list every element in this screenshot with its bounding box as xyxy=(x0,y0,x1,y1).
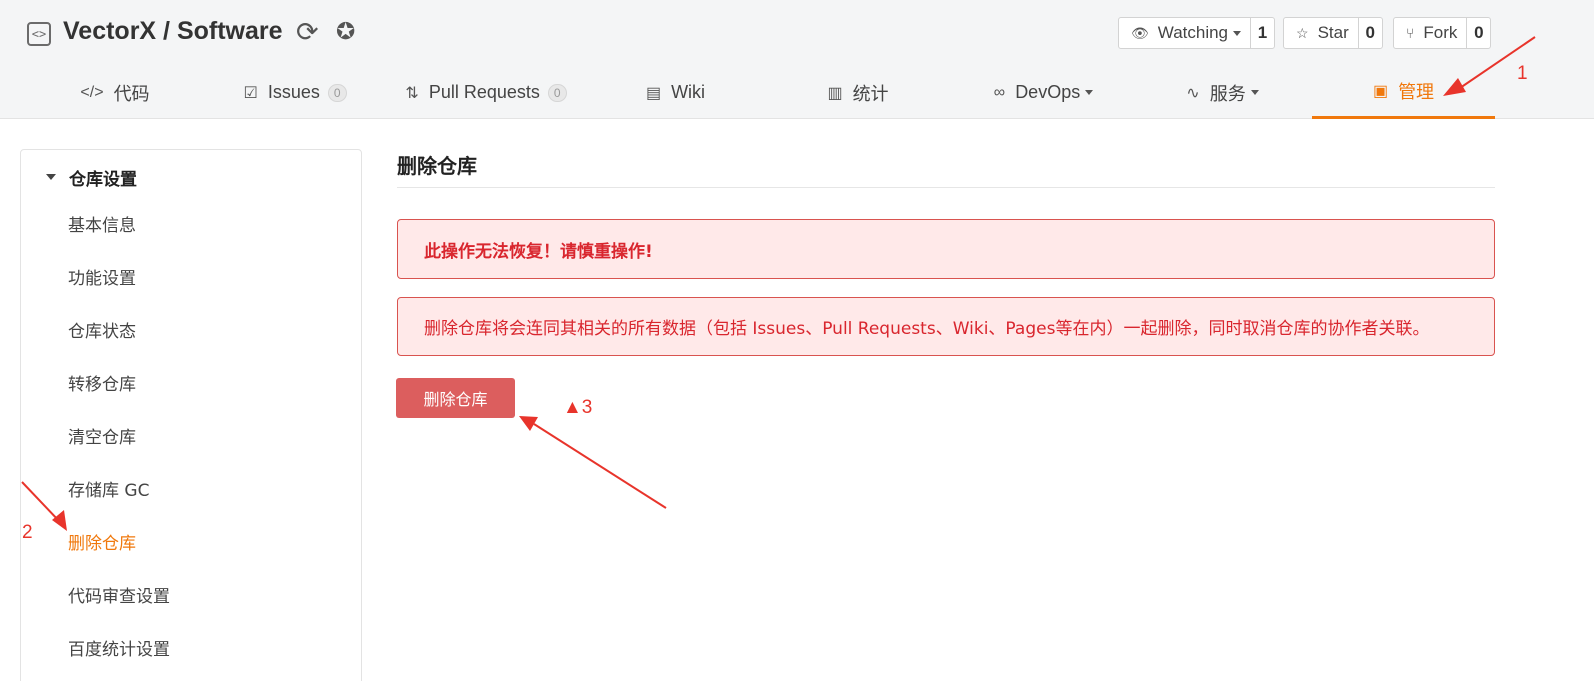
watch-label: Watching xyxy=(1157,23,1229,42)
tab-manage[interactable]: ▣ 管理 xyxy=(1312,66,1495,119)
tab-issues[interactable]: ☑ Issues 0 xyxy=(230,66,360,119)
fork-icon: ⑂ xyxy=(1406,25,1415,41)
book-icon: ▤ xyxy=(645,84,662,102)
chevron-down-icon xyxy=(1085,90,1094,95)
sidebar-item-code-review[interactable]: 代码审查设置 xyxy=(68,582,170,612)
code-brackets-icon: <> xyxy=(27,22,51,46)
annotation-label-1: 1 xyxy=(1517,63,1528,84)
star-button[interactable]: ☆ Star 0 xyxy=(1283,17,1383,49)
sidebar-item-features[interactable]: 功能设置 xyxy=(68,264,136,294)
infinity-icon: ∞ xyxy=(993,83,1006,101)
issues-count-badge: 0 xyxy=(327,83,347,102)
tab-wiki[interactable]: ▤ Wiki xyxy=(628,66,723,119)
star-label: Star xyxy=(1317,23,1349,42)
tab-devops-label: DevOps xyxy=(1015,82,1081,102)
annotation-label-3: ▲3 xyxy=(563,397,593,418)
tab-services[interactable]: ∿ 服务 xyxy=(1170,66,1275,119)
tab-manage-label: 管理 xyxy=(1398,82,1435,102)
fork-count[interactable]: 0 xyxy=(1466,18,1490,48)
sidebar-heading-label: 仓库设置 xyxy=(69,169,137,190)
star-icon: ☆ xyxy=(1296,24,1309,41)
pulls-count-badge: 0 xyxy=(547,83,567,102)
page-title: 删除仓库 xyxy=(397,154,477,178)
watch-action: 👁 Watching 1 xyxy=(1118,17,1276,49)
settings-sidebar: 仓库设置 基本信息 功能设置 仓库状态 转移仓库 清空仓库 存储库 GC 删除仓… xyxy=(20,149,362,681)
eye-icon: 👁 xyxy=(1131,24,1149,41)
sidebar-item-transfer[interactable]: 转移仓库 xyxy=(68,370,136,400)
sidebar-heading[interactable]: 仓库设置 xyxy=(21,158,361,196)
watch-count[interactable]: 1 xyxy=(1250,18,1274,48)
tab-code[interactable]: </> 代码 xyxy=(60,66,170,119)
settings-doc-icon: ▣ xyxy=(1372,83,1389,100)
repo-header: <> VectorX / Software ⟳ ✪ 👁 Watching 1 ☆ S… xyxy=(0,0,1594,119)
sidebar-item-basic-info[interactable]: 基本信息 xyxy=(68,211,136,241)
fork-action: ⑂ Fork 0 xyxy=(1393,17,1492,49)
sidebar-item-clear[interactable]: 清空仓库 xyxy=(68,423,136,453)
tab-pulls-label: Pull Requests xyxy=(428,82,540,102)
divider xyxy=(397,187,1495,188)
tab-pull-requests[interactable]: ⇅ Pull Requests 0 xyxy=(395,66,577,119)
code-icon: </> xyxy=(80,83,104,101)
sidebar-item-delete[interactable]: 删除仓库 xyxy=(68,529,136,559)
tab-issues-label: Issues xyxy=(267,82,320,102)
bar-chart-icon: ▥ xyxy=(827,84,843,102)
description-alert: 删除仓库将会连同其相关的所有数据（包括 Issues、Pull Requests… xyxy=(397,297,1495,356)
fork-button[interactable]: ⑂ Fork 0 xyxy=(1393,17,1492,49)
pulse-icon: ∿ xyxy=(1186,84,1200,102)
caret-down-icon xyxy=(46,174,56,180)
tab-stats[interactable]: ▥ 统计 xyxy=(808,66,908,119)
annotation-arrow-3 xyxy=(519,416,667,509)
pull-request-icon: ⇅ xyxy=(405,84,419,102)
watch-button[interactable]: 👁 Watching 1 xyxy=(1118,17,1276,49)
star-action: ☆ Star 0 xyxy=(1283,17,1383,49)
tab-services-label: 服务 xyxy=(1209,83,1246,104)
star-count[interactable]: 0 xyxy=(1357,18,1382,48)
fork-label: Fork xyxy=(1423,23,1458,42)
chevron-down-icon xyxy=(1250,90,1259,95)
issues-icon: ☑ xyxy=(243,84,258,102)
description-text: 删除仓库将会连同其相关的所有数据（包括 Issues、Pull Requests… xyxy=(424,319,1430,339)
sidebar-item-baidu-stats[interactable]: 百度统计设置 xyxy=(68,635,170,665)
delete-repo-button[interactable]: 删除仓库 xyxy=(396,378,515,418)
award-badge-icon[interactable]: ✪ xyxy=(336,18,362,46)
sync-icon[interactable]: ⟳ xyxy=(296,18,326,48)
tab-stats-label: 统计 xyxy=(852,83,889,104)
tab-devops[interactable]: ∞ DevOps xyxy=(975,66,1112,119)
chevron-down-icon xyxy=(1233,30,1242,36)
tab-code-label: 代码 xyxy=(113,83,150,104)
warning-alert: 此操作无法恢复！请慎重操作! xyxy=(397,219,1495,279)
annotation-label-2: 2 xyxy=(22,522,33,543)
repo-title[interactable]: VectorX / Software xyxy=(63,17,283,46)
sidebar-item-gc[interactable]: 存储库 GC xyxy=(68,476,149,506)
tab-wiki-label: Wiki xyxy=(671,82,706,102)
warning-text: 此操作无法恢复！请慎重操作! xyxy=(424,241,653,262)
sidebar-item-repo-status[interactable]: 仓库状态 xyxy=(68,317,136,347)
